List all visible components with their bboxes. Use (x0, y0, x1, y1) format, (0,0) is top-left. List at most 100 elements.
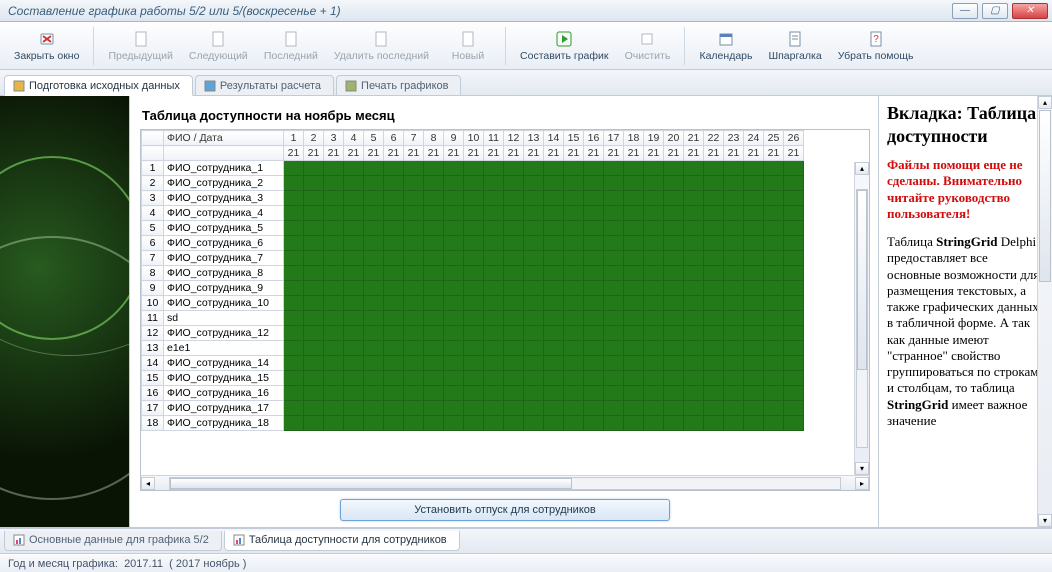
availability-cell[interactable] (644, 356, 664, 371)
availability-cell[interactable] (504, 251, 524, 266)
availability-cell[interactable] (404, 356, 424, 371)
availability-cell[interactable] (624, 371, 644, 386)
availability-cell[interactable] (644, 191, 664, 206)
grid-header-day[interactable]: 1 (284, 131, 304, 146)
availability-cell[interactable] (464, 371, 484, 386)
table-row[interactable]: 1ФИО_сотрудника_1 (142, 161, 804, 176)
availability-cell[interactable] (684, 296, 704, 311)
availability-cell[interactable] (564, 266, 584, 281)
availability-cell[interactable] (604, 416, 624, 431)
availability-cell[interactable] (664, 401, 684, 416)
availability-cell[interactable] (464, 386, 484, 401)
availability-cell[interactable] (724, 251, 744, 266)
availability-cell[interactable] (444, 161, 464, 176)
availability-cell[interactable] (664, 386, 684, 401)
availability-cell[interactable] (584, 236, 604, 251)
availability-cell[interactable] (744, 221, 764, 236)
availability-cell[interactable] (444, 176, 464, 191)
availability-cell[interactable] (504, 311, 524, 326)
table-row[interactable]: 11sd (142, 311, 804, 326)
availability-cell[interactable] (644, 176, 664, 191)
table-row[interactable]: 14ФИО_сотрудника_14 (142, 356, 804, 371)
availability-cell[interactable] (424, 386, 444, 401)
availability-cell[interactable] (764, 161, 784, 176)
availability-cell[interactable] (324, 221, 344, 236)
fio-cell[interactable]: ФИО_сотрудника_15 (164, 371, 284, 386)
availability-cell[interactable] (564, 356, 584, 371)
fio-cell[interactable]: ФИО_сотрудника_17 (164, 401, 284, 416)
availability-cell[interactable] (324, 311, 344, 326)
grid-header-day[interactable]: 7 (404, 131, 424, 146)
availability-cell[interactable] (664, 191, 684, 206)
availability-cell[interactable] (444, 341, 464, 356)
availability-cell[interactable] (584, 176, 604, 191)
availability-cell[interactable] (484, 221, 504, 236)
availability-cell[interactable] (544, 371, 564, 386)
availability-cell[interactable] (364, 176, 384, 191)
grid-header-fio[interactable]: ФИО / Дата (164, 131, 284, 146)
availability-cell[interactable] (284, 251, 304, 266)
availability-cell[interactable] (764, 221, 784, 236)
availability-cell[interactable] (784, 296, 804, 311)
availability-cell[interactable] (284, 311, 304, 326)
availability-cell[interactable] (304, 341, 324, 356)
availability-cell[interactable] (664, 206, 684, 221)
availability-cell[interactable] (424, 191, 444, 206)
availability-cell[interactable] (724, 236, 744, 251)
availability-cell[interactable] (364, 161, 384, 176)
table-row[interactable]: 18ФИО_сотрудника_18 (142, 416, 804, 431)
availability-cell[interactable] (764, 311, 784, 326)
availability-cell[interactable] (704, 266, 724, 281)
availability-cell[interactable] (684, 401, 704, 416)
availability-cell[interactable] (484, 386, 504, 401)
availability-cell[interactable] (404, 401, 424, 416)
availability-cell[interactable] (624, 341, 644, 356)
availability-cell[interactable] (724, 281, 744, 296)
fio-cell[interactable]: ФИО_сотрудника_14 (164, 356, 284, 371)
availability-cell[interactable] (284, 386, 304, 401)
availability-cell[interactable] (724, 356, 744, 371)
availability-cell[interactable] (324, 191, 344, 206)
availability-cell[interactable] (524, 401, 544, 416)
availability-cell[interactable] (424, 161, 444, 176)
availability-cell[interactable] (304, 296, 324, 311)
availability-cell[interactable] (784, 371, 804, 386)
availability-cell[interactable] (724, 161, 744, 176)
table-row[interactable]: 13e1e1 (142, 341, 804, 356)
close-window-button[interactable]: ✕ (1012, 3, 1048, 19)
availability-cell[interactable] (324, 236, 344, 251)
availability-cell[interactable] (624, 266, 644, 281)
availability-cell[interactable] (344, 236, 364, 251)
availability-cell[interactable] (424, 221, 444, 236)
availability-cell[interactable] (604, 371, 624, 386)
availability-cell[interactable] (644, 386, 664, 401)
grid-header-day[interactable]: 3 (324, 131, 344, 146)
availability-cell[interactable] (584, 356, 604, 371)
availability-cell[interactable] (284, 296, 304, 311)
availability-cell[interactable] (624, 356, 644, 371)
minimize-button[interactable]: — (952, 3, 978, 19)
delete-last-button[interactable]: Удалить последний (328, 25, 435, 67)
availability-cell[interactable] (764, 326, 784, 341)
grid-header-day[interactable]: 15 (564, 131, 584, 146)
availability-cell[interactable] (604, 356, 624, 371)
availability-cell[interactable] (524, 311, 544, 326)
availability-cell[interactable] (564, 371, 584, 386)
fio-cell[interactable]: ФИО_сотрудника_3 (164, 191, 284, 206)
availability-cell[interactable] (524, 416, 544, 431)
availability-cell[interactable] (404, 311, 424, 326)
availability-cell[interactable] (344, 341, 364, 356)
availability-cell[interactable] (324, 416, 344, 431)
availability-cell[interactable] (664, 341, 684, 356)
availability-cell[interactable] (764, 401, 784, 416)
availability-cell[interactable] (444, 191, 464, 206)
availability-cell[interactable] (544, 266, 564, 281)
availability-cell[interactable] (524, 251, 544, 266)
availability-cell[interactable] (504, 371, 524, 386)
availability-cell[interactable] (744, 311, 764, 326)
availability-cell[interactable] (444, 401, 464, 416)
grid-header-day[interactable]: 25 (764, 131, 784, 146)
availability-cell[interactable] (544, 221, 564, 236)
availability-cell[interactable] (564, 176, 584, 191)
scroll-right-icon[interactable]: ▸ (855, 477, 869, 490)
